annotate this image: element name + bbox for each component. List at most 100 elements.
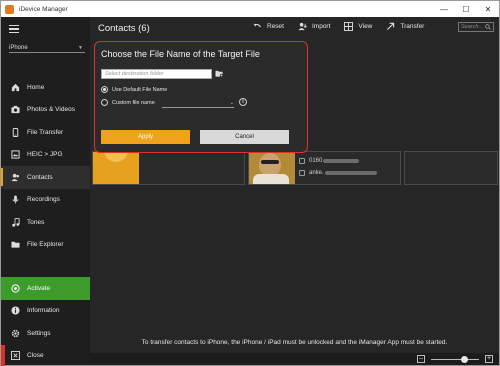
close-label: Close [27, 352, 44, 360]
hamburger-menu-icon[interactable] [9, 25, 19, 33]
search-icon [485, 24, 491, 30]
sidebar-item-photos-videos[interactable]: Photos & Videos [1, 99, 90, 122]
dialog-title: Choose the File Name of the Target File [101, 49, 260, 59]
avatar [93, 152, 139, 184]
device-name: iPhone [9, 44, 28, 51]
status-bar: – + [90, 353, 499, 365]
contact-card[interactable] [92, 151, 245, 185]
avatar [249, 152, 295, 184]
info-icon[interactable]: i [239, 98, 247, 106]
sidebar-item-tones[interactable]: Tones [1, 211, 90, 234]
home-icon [11, 83, 20, 92]
import-button[interactable]: Import [298, 22, 330, 31]
view-button[interactable]: View [344, 22, 372, 31]
browse-folder-button[interactable] [215, 70, 224, 78]
search-input[interactable]: Search... [458, 22, 494, 32]
radio-custom[interactable] [101, 99, 108, 106]
transfer-button[interactable]: Transfer [386, 22, 424, 31]
close-icon [11, 351, 20, 361]
search-placeholder: Search... [461, 24, 484, 30]
sidebar-item-label: Contacts [27, 173, 53, 181]
custom-file-name-field[interactable]: ⌄ [162, 100, 234, 108]
page-title: Contacts (6) [98, 23, 150, 34]
zoom-slider-handle[interactable] [461, 355, 469, 363]
folder-icon [11, 240, 20, 249]
contact-email-text: anke. [309, 170, 324, 176]
contact-card[interactable]: 0160 anke. [248, 151, 401, 185]
zoom-out-button[interactable]: – [417, 355, 425, 363]
email-icon [299, 170, 305, 176]
activate-label: Activate [27, 284, 51, 292]
gear-icon [11, 329, 20, 338]
contact-phone-text: 0160 [309, 158, 323, 164]
contact-card[interactable] [404, 151, 498, 185]
chevron-down-icon: ▼ [78, 44, 83, 51]
contacts-icon [11, 173, 20, 182]
sidebar-item-recordings[interactable]: Recordings [1, 189, 90, 212]
sidebar-item-home[interactable]: Home [1, 76, 90, 99]
settings-button[interactable]: Settings [1, 322, 90, 345]
sidebar: iPhone ▼ Home Photos & Videos File Trans… [1, 17, 90, 366]
app-logo-icon [5, 4, 14, 14]
destination-folder-input[interactable]: Select destination folder [101, 69, 212, 79]
import-label: Import [311, 23, 331, 30]
custom-name-option[interactable]: Custom file name [101, 99, 155, 106]
radio-default[interactable] [101, 86, 108, 93]
zoom-slider[interactable] [431, 355, 479, 363]
phone-transfer-icon [11, 127, 20, 137]
sidebar-item-label: HEIC > JPG [27, 151, 63, 159]
contact-email: anke. [299, 170, 377, 176]
default-name-option[interactable]: Use Default File Name [101, 86, 167, 93]
window-title: iDevice Manager [19, 5, 68, 13]
sidebar-item-file-transfer[interactable]: File Transfer [1, 121, 90, 144]
sidebar-item-heic-jpg[interactable]: HEIC > JPG [1, 144, 90, 167]
window-controls: — ☐ ✕ [433, 1, 499, 17]
transfer-hint: To transfer contacts to iPhone, the iPho… [141, 339, 448, 346]
transfer-arrow-icon [386, 22, 395, 31]
title-bar: iDevice Manager — ☐ ✕ [1, 1, 499, 17]
redacted-text [323, 159, 360, 163]
information-label: Information [27, 307, 60, 315]
apply-button[interactable]: Apply [101, 130, 190, 144]
convert-icon [11, 150, 20, 159]
close-button[interactable]: Close [1, 344, 90, 366]
cancel-button[interactable]: Cancel [200, 130, 289, 144]
file-name-dialog: Choose the File Name of the Target File … [94, 41, 308, 153]
device-selector[interactable]: iPhone ▼ [9, 43, 85, 53]
phone-icon [299, 158, 305, 164]
zoom-control: – + [417, 355, 493, 363]
destination-placeholder: Select destination folder [105, 71, 164, 77]
sidebar-bottom: Activate Information Settings Close [1, 277, 90, 366]
sidebar-item-label: Recordings [27, 196, 60, 204]
information-button[interactable]: Information [1, 300, 90, 323]
activate-button[interactable]: Activate [1, 277, 90, 300]
app-window: iDevice Manager — ☐ ✕ iPhone ▼ Home Phot… [0, 0, 500, 366]
redacted-text [324, 171, 377, 175]
music-note-icon [11, 217, 20, 227]
sidebar-item-label: File Transfer [27, 128, 64, 136]
transfer-label: Transfer [400, 23, 425, 30]
close-window-button[interactable]: ✕ [477, 1, 499, 17]
info-icon [11, 306, 20, 315]
minimize-button[interactable]: — [433, 1, 455, 17]
sidebar-item-label: Home [27, 83, 45, 91]
contact-phone: 0160 [299, 158, 360, 164]
grid-view-icon [344, 22, 354, 31]
activate-icon [11, 284, 20, 293]
toolbar: Reset Import View Transfer [253, 22, 438, 31]
zoom-in-button[interactable]: + [485, 355, 493, 363]
sidebar-item-label: Photos & Videos [27, 106, 75, 114]
sidebar-item-label: File Explorer [27, 241, 64, 249]
reset-button[interactable]: Reset [253, 22, 284, 31]
custom-name-label: Custom file name [112, 99, 155, 106]
sidebar-item-file-explorer[interactable]: File Explorer [1, 234, 90, 257]
reset-label: Reset [267, 23, 284, 30]
microphone-icon [11, 195, 20, 204]
sidebar-item-contacts[interactable]: Contacts [1, 166, 90, 189]
undo-icon [253, 22, 262, 31]
camera-icon [11, 105, 20, 114]
sidebar-item-label: Tones [27, 218, 45, 226]
view-label: View [358, 23, 373, 30]
folder-search-icon [215, 70, 224, 77]
maximize-button[interactable]: ☐ [455, 1, 477, 17]
